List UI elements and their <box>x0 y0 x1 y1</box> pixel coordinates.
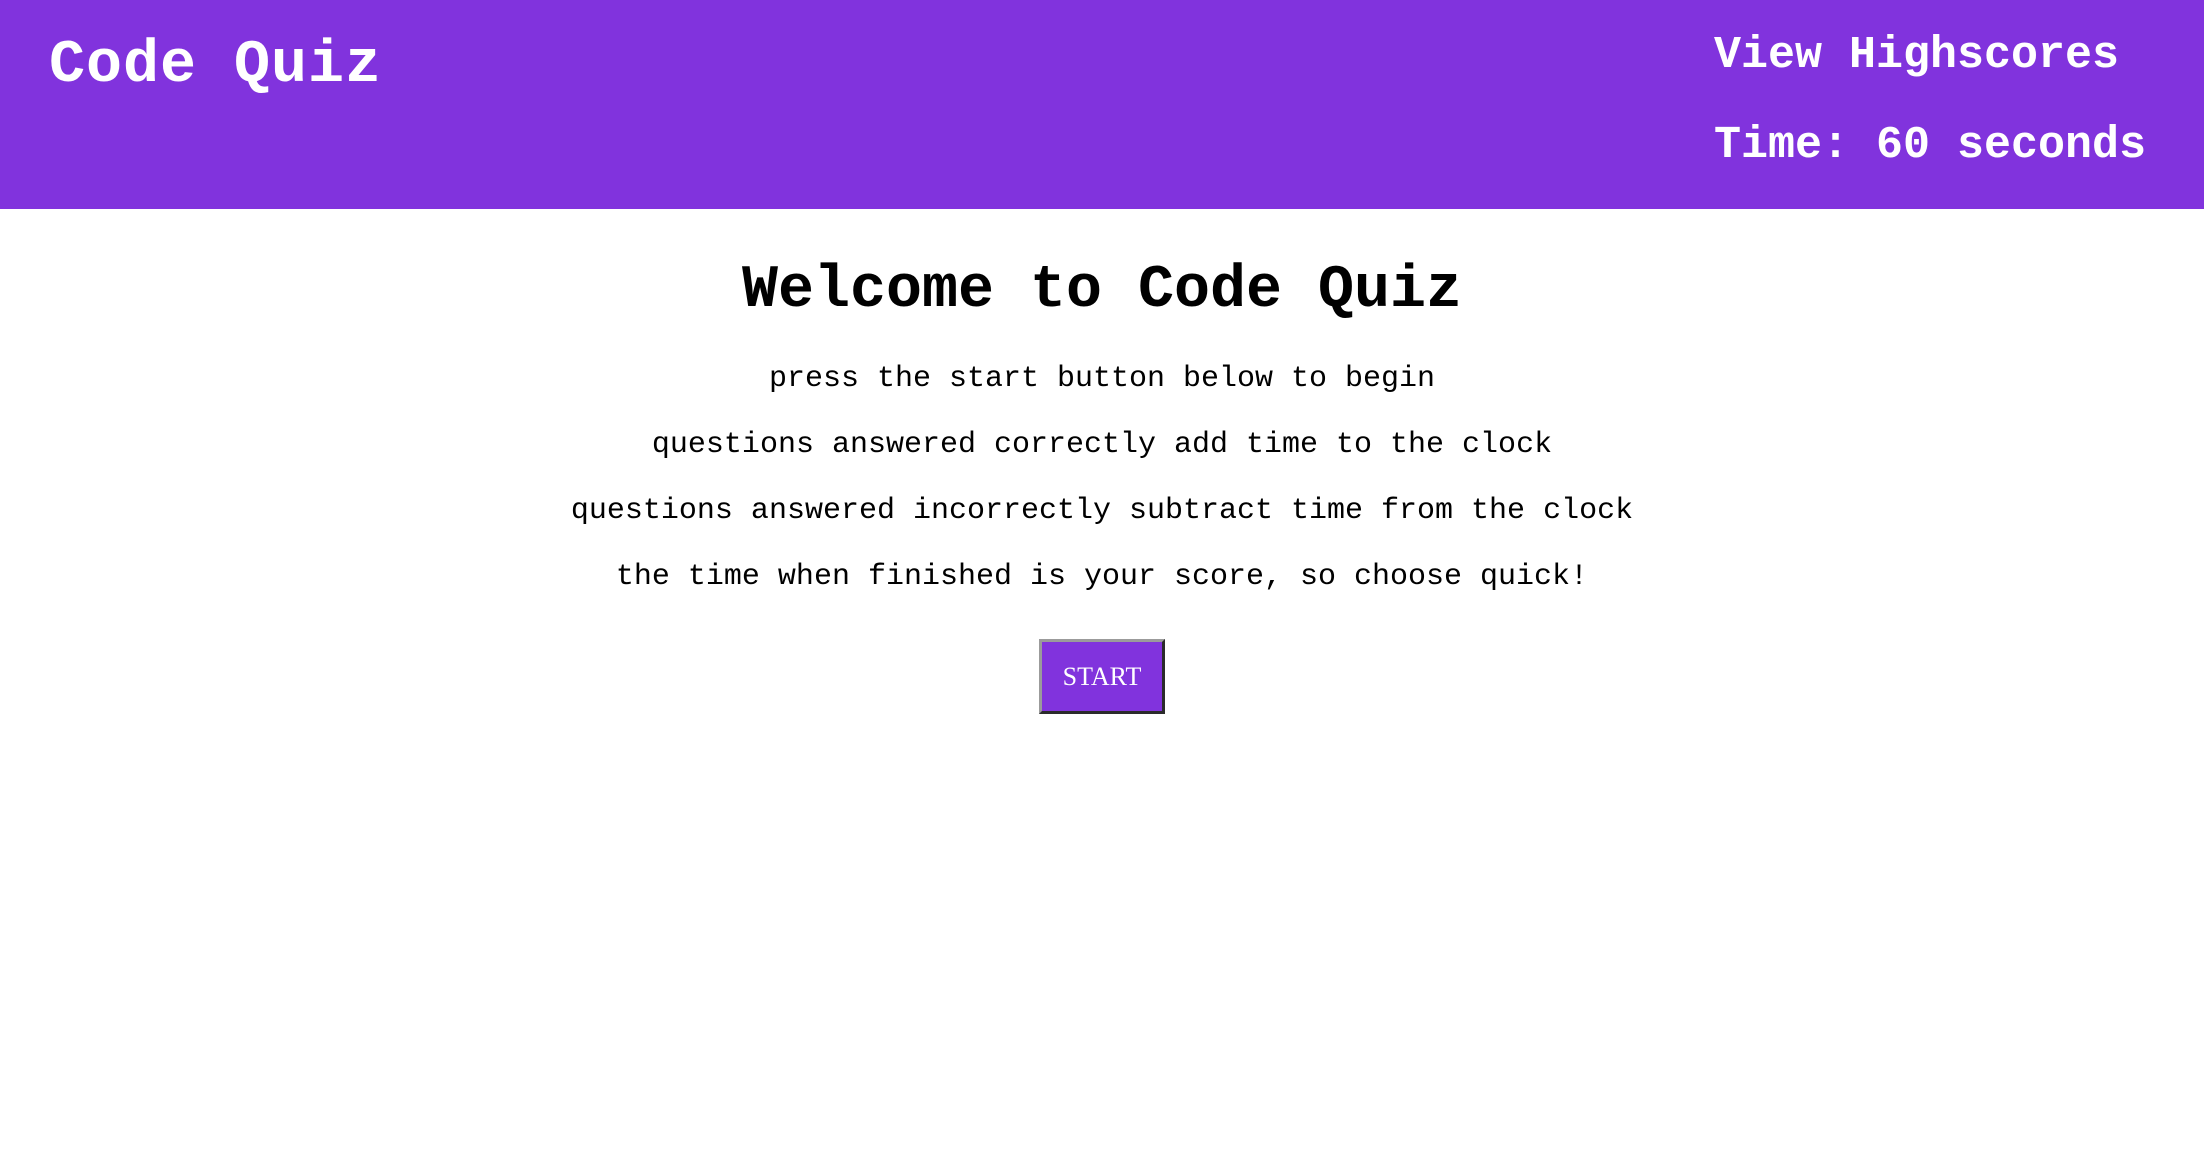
welcome-title: Welcome to Code Quiz <box>741 257 1463 325</box>
timer-display: Time: 60 seconds <box>1714 120 2147 171</box>
header-right: View Highscores Time: 60 seconds <box>1714 26 2174 176</box>
instruction-item: questions answered correctly add time to… <box>651 428 1553 462</box>
site-header: Code Quiz View Highscores Time: 60 secon… <box>0 0 2204 209</box>
welcome-section: Welcome to Code Quiz press the start but… <box>0 209 2204 714</box>
app-title: Code Quiz <box>49 32 383 100</box>
start-button[interactable]: START <box>1039 639 1165 714</box>
instructions-list: press the start button below to begin qu… <box>0 359 2204 597</box>
instruction-item: the time when finished is your score, so… <box>615 560 1589 594</box>
view-highscores-link[interactable]: View Highscores <box>1714 26 2174 86</box>
instruction-item: questions answered incorrectly subtract … <box>570 494 1634 528</box>
instruction-item: press the start button below to begin <box>768 362 1436 396</box>
